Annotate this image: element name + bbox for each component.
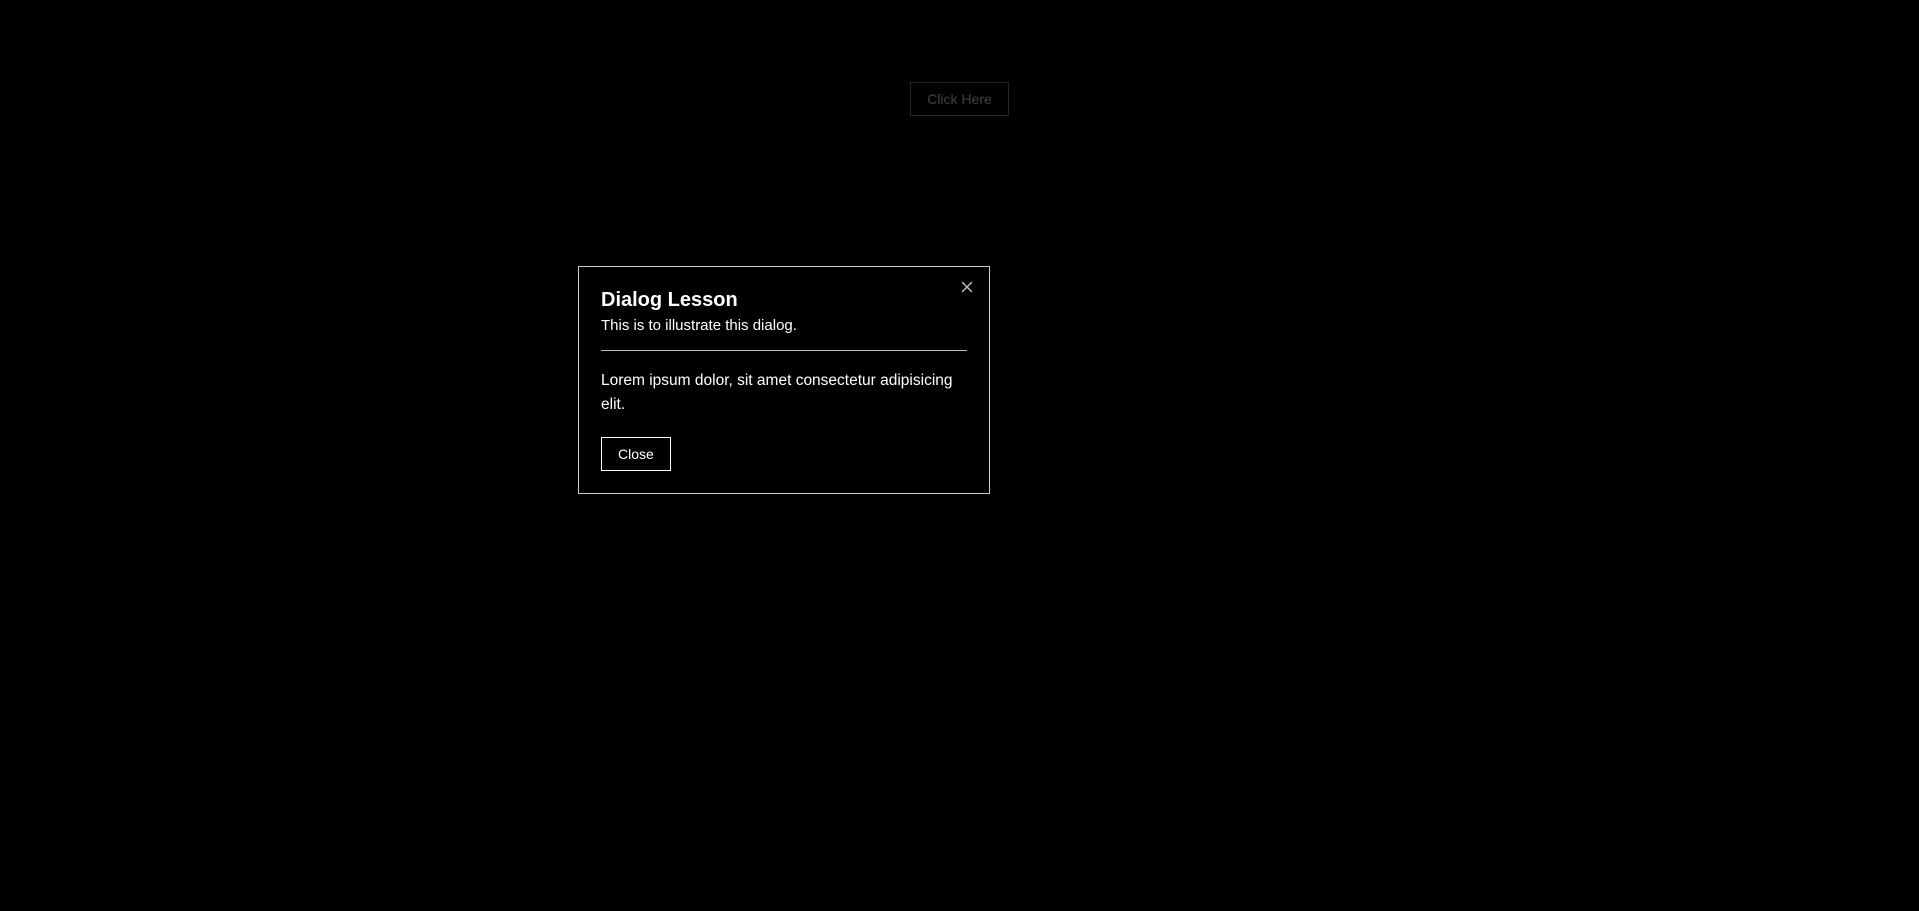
close-button[interactable]: Close — [601, 437, 671, 471]
dialog: Dialog Lesson This is to illustrate this… — [578, 266, 990, 494]
dialog-body-text: Lorem ipsum dolor, sit amet consectetur … — [601, 369, 967, 417]
dialog-title: Dialog Lesson — [601, 287, 967, 313]
close-icon[interactable] — [959, 279, 975, 295]
dialog-subtitle: This is to illustrate this dialog. — [601, 315, 967, 336]
dialog-divider — [601, 350, 967, 351]
